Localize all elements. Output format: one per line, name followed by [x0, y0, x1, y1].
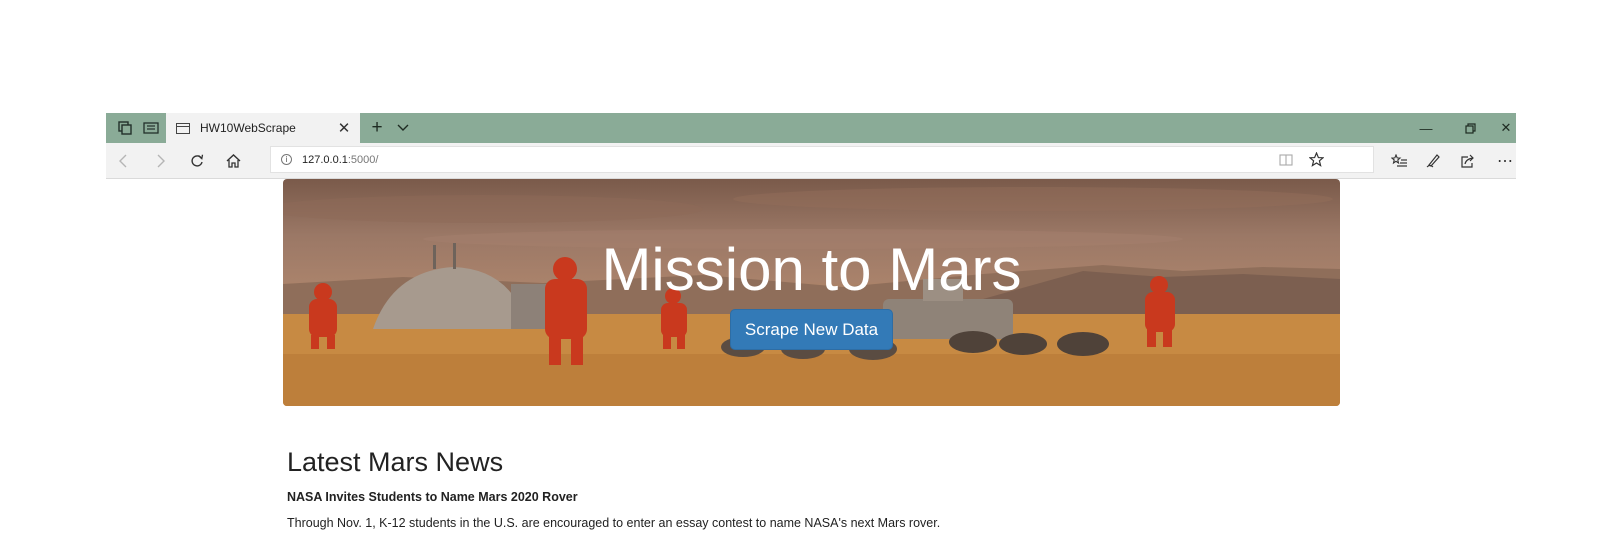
- page-icon: [176, 122, 190, 134]
- browser-window: HW10WebScrape ✕ + — ✕ i 127.0.0.1:5000/: [106, 113, 1516, 552]
- home-icon[interactable]: [216, 143, 250, 178]
- url-path: :5000/: [347, 153, 379, 166]
- news-title: NASA Invites Students to Name Mars 2020 …: [287, 490, 578, 504]
- page-viewport: Mission to Mars Scrape New Data Latest M…: [106, 179, 1516, 552]
- url-host: 127.0.0.1: [302, 153, 348, 166]
- pen-icon[interactable]: [1416, 143, 1450, 178]
- more-icon[interactable]: ⋯: [1488, 143, 1516, 178]
- back-arrow-icon[interactable]: [106, 143, 140, 178]
- hero-jumbotron: Mission to Mars Scrape New Data: [283, 179, 1340, 406]
- tab-strip: HW10WebScrape ✕ + — ✕: [106, 113, 1516, 143]
- tab-preview-icon[interactable]: [138, 113, 164, 143]
- latest-news-heading: Latest Mars News: [287, 447, 504, 477]
- minimize-icon[interactable]: —: [1406, 113, 1446, 143]
- chevron-down-icon[interactable]: [392, 113, 414, 143]
- tab-title: HW10WebScrape: [200, 121, 296, 135]
- reading-view-icon[interactable]: [1271, 147, 1301, 172]
- close-icon[interactable]: ✕: [332, 119, 356, 137]
- forward-arrow-icon[interactable]: [144, 143, 178, 178]
- scrape-new-data-button[interactable]: Scrape New Data: [730, 309, 893, 350]
- news-paragraph: Through Nov. 1, K-12 students in the U.S…: [287, 516, 941, 530]
- address-toolbar: i 127.0.0.1:5000/ ⋯: [106, 143, 1516, 179]
- url-text: 127.0.0.1:5000/: [302, 154, 378, 166]
- hero-title: Mission to Mars: [601, 236, 1022, 303]
- favorites-list-icon[interactable]: [1382, 143, 1416, 178]
- restore-icon[interactable]: [1450, 113, 1490, 143]
- address-bar[interactable]: i 127.0.0.1:5000/: [270, 146, 1374, 173]
- refresh-icon[interactable]: [180, 143, 214, 178]
- tab-active[interactable]: HW10WebScrape ✕: [166, 113, 360, 143]
- star-icon[interactable]: [1301, 147, 1331, 172]
- new-tab-button[interactable]: +: [364, 113, 390, 143]
- share-icon[interactable]: [1450, 143, 1484, 178]
- close-window-icon[interactable]: ✕: [1486, 113, 1516, 143]
- info-icon[interactable]: i: [281, 154, 292, 165]
- tabs-aside-icon[interactable]: [112, 113, 138, 143]
